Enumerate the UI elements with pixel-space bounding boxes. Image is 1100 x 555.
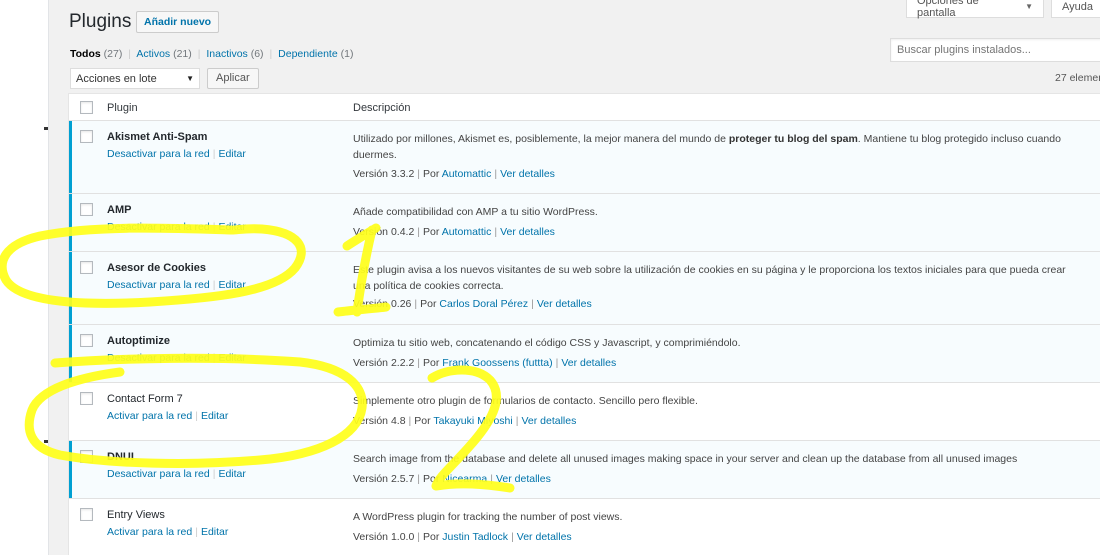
row-checkbox[interactable] [80,392,93,405]
items-count: 27 elementos [1055,72,1100,84]
plugin-meta: Versión 2.2.2 | Por Frank Goossens (futtta… [353,357,617,369]
filter-dependent[interactable]: Dependiente [278,48,338,60]
activate-link[interactable]: Activar para la red [107,526,192,538]
edit-link[interactable]: Editar [218,148,245,160]
plugin-meta: Versión 3.3.2 | Por Automattic | Ver detalle… [353,168,555,180]
table-row: AMP Desactivar para la red | Editar Añade … [69,194,1100,252]
deactivate-link[interactable]: Desactivar para la red [107,352,210,364]
row-actions: Activar para la red | Editar [107,526,229,538]
plugin-description: Optimiza tu sitio web, concatenando el c… [353,337,741,349]
plugin-description: Utilizado por millones, Akismet es, posi… [353,133,1061,161]
table-row: DNUI Desactivar para la red | Editar Searc… [69,441,1100,499]
screen-options-button[interactable]: Opciones de pantalla ▼ [906,0,1044,19]
details-link[interactable]: Ver detalles [500,168,555,180]
plugin-name: AMP [107,204,132,216]
row-actions: Activar para la red | Editar [107,410,229,422]
screen-options-label: Opciones de pantalla [917,0,979,19]
filter-dependent-count: (1) [340,48,354,60]
plugin-name: Autoptimize [107,335,170,347]
table-row: Asesor de Cookies Desactivar para la red… [69,252,1100,325]
details-link[interactable]: Ver detalles [521,415,576,427]
page-title: Plugins [69,11,132,32]
select-all-checkbox[interactable] [80,101,93,114]
edit-link[interactable]: Editar [218,279,245,291]
deactivate-link[interactable]: Desactivar para la red [107,221,210,233]
activate-link[interactable]: Activar para la red [107,410,192,422]
details-link[interactable]: Ver detalles [537,298,592,310]
author-link[interactable]: Automattic [442,226,492,238]
filter-inactive-count: (6) [250,48,264,60]
edit-link[interactable]: Editar [218,352,245,364]
edit-link[interactable]: Editar [218,221,245,233]
help-label: Ayuda [1062,0,1093,13]
plugin-meta: Versión 2.5.7 | Por Nicearma | Ver detalles [353,473,551,485]
filter-inactive[interactable]: Inactivos [206,48,247,60]
plugin-description: Este plugin avisa a los nuevos visitante… [353,264,1066,292]
row-checkbox[interactable] [80,334,93,347]
row-checkbox[interactable] [80,130,93,143]
edit-link[interactable]: Editar [201,526,228,538]
author-link[interactable]: Takayuki Miyoshi [433,415,512,427]
table-row: Contact Form 7 Activar para la red | Edita… [69,383,1100,441]
row-actions: Desactivar para la red | Editar [107,352,246,364]
details-link[interactable]: Ver detalles [496,473,551,485]
details-link[interactable]: Ver detalles [561,357,616,369]
row-checkbox[interactable] [80,203,93,216]
table-row: Entry Views Activar para la red | Editar A… [69,499,1100,555]
row-checkbox[interactable] [80,450,93,463]
filter-all[interactable]: Todos [70,48,101,60]
deactivate-link[interactable]: Desactivar para la red [107,148,210,160]
add-new-button[interactable]: Añadir nuevo [136,11,220,33]
plugin-meta: Versión 4.8 | Por Takayuki Miyoshi | Ver det… [353,415,577,427]
caret-down-icon: ▼ [1025,2,1033,11]
plugin-meta: Versión 1.0.0 | Por Justin Tadlock | Ver det… [353,531,572,543]
plugin-description: Simplemente otro plugin de formularios d… [353,395,698,407]
plugin-name: DNUI [107,451,134,463]
row-checkbox[interactable] [80,261,93,274]
plugin-description: Search image from the database and delet… [353,453,1018,465]
plugins-table: Plugin Descripción Akismet Anti-Spam Des… [68,93,1100,555]
plugin-name: Contact Form 7 [107,393,183,405]
table-row: Autoptimize Desactivar para la red | Edita… [69,325,1100,383]
caret-down-icon: ▼ [186,74,194,83]
plugin-name: Asesor de Cookies [107,262,207,274]
plugin-name: Akismet Anti-Spam [107,131,208,143]
deactivate-link[interactable]: Desactivar para la red [107,468,210,480]
table-header: Plugin Descripción [69,94,1100,121]
deactivate-link[interactable]: Desactivar para la red [107,279,210,291]
apply-button[interactable]: Aplicar [207,68,259,89]
row-actions: Desactivar para la red | Editar [107,279,246,291]
plugin-meta: Versión 0.26 | Por Carlos Doral Pérez | Ver … [353,298,592,310]
bulk-actions-value: Acciones en lote [76,72,157,85]
row-actions: Desactivar para la red | Editar [107,468,246,480]
bulk-actions-select[interactable]: Acciones en lote ▼ [70,68,200,89]
details-link[interactable]: Ver detalles [500,226,555,238]
author-link[interactable]: Justin Tadlock [442,531,508,543]
filter-active[interactable]: Activos [136,48,170,60]
edit-link[interactable]: Editar [218,468,245,480]
author-link[interactable]: Automattic [442,168,492,180]
table-row: Akismet Anti-Spam Desactivar para la red… [69,121,1100,194]
plugin-description: A WordPress plugin for tracking the numb… [353,511,623,523]
plugin-description: Añade compatibilidad con AMP a tu sitio … [353,206,598,218]
row-actions: Desactivar para la red | Editar [107,221,246,233]
row-actions: Desactivar para la red | Editar [107,148,246,160]
plugins-page: Opciones de pantalla ▼ Ayuda ▼ Plugins A… [49,0,1100,555]
plugin-name: Entry Views [107,509,165,521]
filter-all-count: (27) [103,48,123,60]
author-link[interactable]: Nicearma [442,473,487,485]
details-link[interactable]: Ver detalles [517,531,572,543]
column-description: Descripción [353,102,411,114]
help-button[interactable]: Ayuda ▼ [1051,0,1100,18]
author-link[interactable]: Frank Goossens (futtta) [442,357,552,369]
edit-link[interactable]: Editar [201,410,228,422]
status-filters: Todos (27) | Activos (21) | Inactivos (6… [70,48,354,60]
left-edge [0,0,49,555]
plugin-meta: Versión 0.4.2 | Por Automattic | Ver detalle… [353,226,555,238]
filter-active-count: (21) [173,48,192,60]
row-checkbox[interactable] [80,508,93,521]
column-plugin: Plugin [107,102,138,114]
author-link[interactable]: Carlos Doral Pérez [439,298,528,310]
search-plugins-input[interactable] [890,38,1100,62]
